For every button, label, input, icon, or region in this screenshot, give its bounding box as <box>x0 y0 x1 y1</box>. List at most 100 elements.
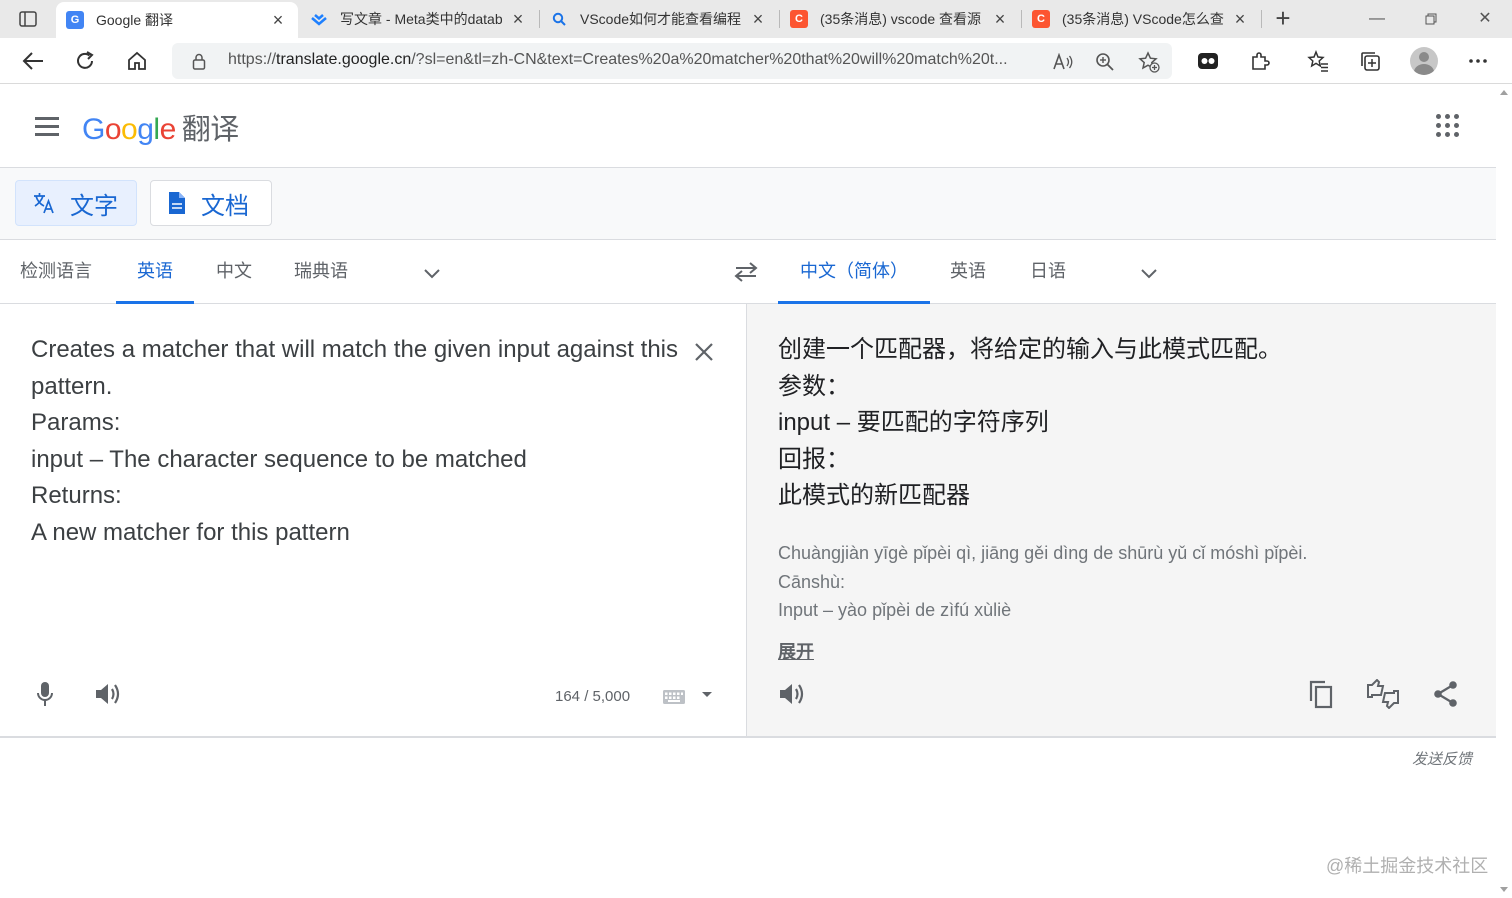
logo-letter: o <box>121 113 138 146</box>
more-menu-icon[interactable] <box>1462 45 1494 77</box>
target-lang-chinese-simplified[interactable]: 中文（简体） <box>778 240 930 304</box>
main-menu-icon[interactable] <box>32 114 62 138</box>
source-lang-more-chevron-icon[interactable] <box>420 262 444 284</box>
rate-translation-icon[interactable] <box>1365 676 1401 712</box>
source-line: Creates a matcher that will match the gi… <box>31 336 678 363</box>
vertical-scrollbar[interactable] <box>1496 84 1512 898</box>
logo-letter: G <box>82 113 105 146</box>
source-line: input – The character sequence to be mat… <box>31 445 527 473</box>
target-panel: 创建一个匹配器，将给定的输入与此模式匹配。 参数： input – 要匹配的字符… <box>746 304 1496 738</box>
url-text[interactable]: https://translate.google.cn/?sl=en&tl=zh… <box>228 51 1046 69</box>
tab-divider <box>1261 10 1262 28</box>
home-icon[interactable] <box>120 45 154 77</box>
google-apps-icon[interactable] <box>1434 112 1462 140</box>
target-speaker-icon[interactable] <box>774 676 810 712</box>
share-icon[interactable] <box>1428 676 1464 712</box>
clear-text-icon[interactable] <box>690 338 718 366</box>
tab-csdn-1[interactable]: C (35条消息) vscode 查看源 × <box>780 0 1020 38</box>
target-lang-more-chevron-icon[interactable] <box>1137 262 1161 284</box>
translation-output: 创建一个匹配器，将给定的输入与此模式匹配。 参数： input – 要匹配的字符… <box>778 332 1468 515</box>
source-lang-detect[interactable]: 检测语言 <box>0 240 112 304</box>
close-icon[interactable]: × <box>508 9 528 30</box>
back-arrow-icon[interactable] <box>16 45 50 77</box>
mode-selector: 文字 文档 <box>0 168 1496 240</box>
tab-title: (35条消息) VScode怎么查 <box>1062 11 1224 27</box>
pinyin-line: Chuàngjiàn yīgè pǐpèi qì, jiāng gěi dìng… <box>778 543 1308 563</box>
lock-icon[interactable] <box>192 53 206 75</box>
refresh-icon[interactable] <box>68 45 102 77</box>
tab-actions-icon[interactable] <box>10 7 46 31</box>
add-favorite-icon[interactable] <box>1136 49 1162 75</box>
minimize-icon[interactable]: — <box>1352 0 1402 38</box>
scroll-up-icon[interactable] <box>1500 90 1508 95</box>
swap-languages-icon[interactable] <box>730 258 762 286</box>
text-mode-button[interactable]: 文字 <box>15 180 137 226</box>
logo-letter: o <box>104 113 122 146</box>
new-tab-button[interactable]: + <box>1268 4 1298 34</box>
copy-icon[interactable] <box>1303 676 1339 712</box>
favorites-icon[interactable] <box>1302 45 1334 77</box>
translation-line: input – 要匹配的字符序列 <box>778 409 1049 436</box>
keyboard-icon[interactable] <box>662 689 686 710</box>
address-bar[interactable]: https://translate.google.cn/?sl=en&tl=zh… <box>172 43 1172 79</box>
tab-strip: G Google 翻译 × 写文章 - Meta类中的datab × VScod… <box>0 0 1512 38</box>
tab-juejin-write[interactable]: 写文章 - Meta类中的datab × <box>300 0 538 38</box>
profile-avatar[interactable] <box>1410 47 1438 75</box>
csdn-icon: C <box>790 10 808 28</box>
document-mode-button[interactable]: 文档 <box>150 180 272 226</box>
tab-title: Google 翻译 <box>96 12 174 28</box>
zoom-icon[interactable] <box>1092 49 1118 75</box>
source-textarea[interactable]: Creates a matcher that will match the gi… <box>31 332 681 551</box>
source-line: A new matcher for this pattern <box>31 518 350 546</box>
source-lang-swedish[interactable]: 瑞典语 <box>274 240 368 304</box>
close-icon[interactable]: × <box>1230 9 1250 30</box>
collections-icon[interactable] <box>1354 45 1386 77</box>
window-close-icon[interactable]: ✕ <box>1460 0 1510 38</box>
juejin-icon <box>310 10 328 28</box>
translation-line: 创建一个匹配器，将给定的输入与此模式匹配。 <box>778 336 1282 363</box>
product-name: 翻译 <box>181 114 240 146</box>
close-icon[interactable]: × <box>748 9 768 30</box>
romanization: Chuàngjiàn yīgè pǐpèi qì, jiāng gěi dìng… <box>778 539 1468 625</box>
extensions-puzzle-icon[interactable] <box>1244 45 1276 77</box>
microphone-icon[interactable] <box>27 676 63 712</box>
source-lang-chinese[interactable]: 中文 <box>196 240 272 304</box>
source-line: pattern. <box>31 372 113 400</box>
tab-csdn-2[interactable]: C (35条消息) VScode怎么查 × <box>1022 0 1260 38</box>
text-mode-label: 文字 <box>70 192 118 220</box>
tab-vscode-search[interactable]: VScode如何才能查看编程 × <box>540 0 778 38</box>
source-lang-english[interactable]: 英语 <box>116 240 194 304</box>
tab-title: 写文章 - Meta类中的datab <box>340 11 502 27</box>
tab-title: (35条消息) vscode 查看源 <box>820 11 982 27</box>
extension-icon[interactable] <box>1192 45 1224 77</box>
close-icon[interactable]: × <box>990 9 1010 30</box>
translate-icon <box>32 191 56 215</box>
keyboard-dropdown-icon[interactable] <box>702 692 712 697</box>
logo-letter: g <box>137 113 154 146</box>
csdn-icon: C <box>1032 10 1050 28</box>
target-lang-english[interactable]: 英语 <box>930 240 1006 304</box>
close-icon[interactable]: × <box>268 10 288 31</box>
translate-header: Google 翻译 <box>0 84 1496 168</box>
target-lang-japanese[interactable]: 日语 <box>1010 240 1086 304</box>
restore-icon[interactable] <box>1406 0 1456 38</box>
watermark: @稀土掘金技术社区 <box>1326 856 1489 876</box>
source-panel: Creates a matcher that will match the gi… <box>0 304 746 738</box>
translation-line: 参数： <box>778 372 850 400</box>
send-feedback-link[interactable]: 发送反馈 <box>1412 748 1472 769</box>
pinyin-line: Input – yào pǐpèi de zìfú xùliè <box>778 600 1012 620</box>
expand-link[interactable]: 展开 <box>778 638 814 664</box>
address-bar-row: https://translate.google.cn/?sl=en&tl=zh… <box>0 38 1512 84</box>
google-translate-logo[interactable]: Google 翻译 <box>82 106 239 148</box>
translation-line: 此模式的新匹配器 <box>778 482 970 509</box>
pinyin-line: Cānshù: <box>778 571 846 592</box>
scroll-down-icon[interactable] <box>1500 887 1508 892</box>
source-line: Params: <box>31 409 121 436</box>
google-translate-icon: G <box>66 11 84 29</box>
url-prefix: https:// <box>228 51 277 68</box>
character-counter: 164 / 5,000 <box>555 688 631 705</box>
url-domain: translate.google.cn <box>276 51 412 68</box>
read-aloud-icon[interactable] <box>1050 49 1076 75</box>
source-speaker-icon[interactable] <box>90 676 126 712</box>
tab-google-translate[interactable]: G Google 翻译 × <box>56 2 298 38</box>
